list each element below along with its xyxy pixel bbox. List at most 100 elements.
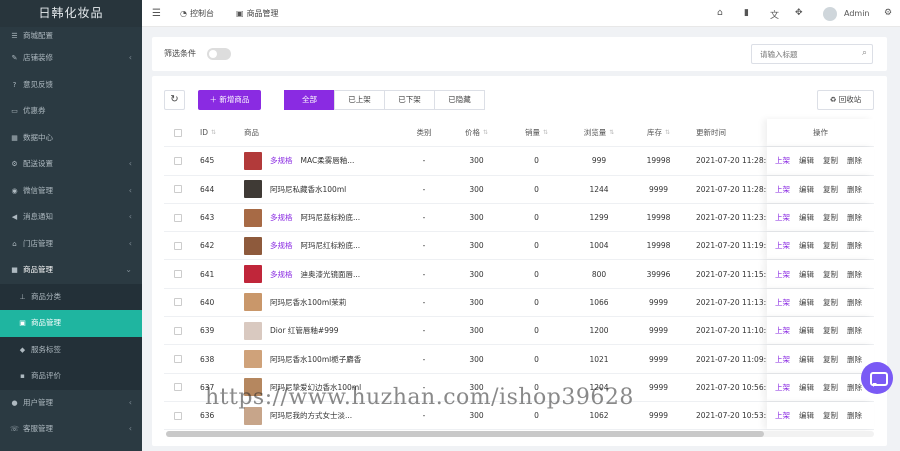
edit-button[interactable]: 编辑 — [799, 410, 814, 421]
publish-button[interactable]: 上架 — [775, 184, 790, 195]
product-name[interactable]: 阿玛尼私藏香水100ml — [270, 184, 346, 195]
edit-button[interactable]: 编辑 — [799, 155, 814, 166]
delete-button[interactable]: 删除 — [847, 325, 862, 336]
publish-button[interactable]: 上架 — [775, 297, 790, 308]
row-checkbox[interactable] — [174, 185, 182, 194]
product-thumbnail[interactable] — [244, 406, 262, 425]
product-name[interactable]: 阿玛尼红标粉底... — [301, 240, 361, 251]
sidebar-item-shop-decor[interactable]: ✎ 店铺装修 ‹ — [0, 45, 142, 72]
sidebar-item-goods-manage[interactable]: ▣ 商品管理 — [0, 310, 142, 337]
row-checkbox[interactable] — [174, 355, 182, 364]
delete-button[interactable]: 删除 — [847, 410, 862, 421]
product-thumbnail[interactable] — [244, 208, 262, 227]
tab-goods[interactable]: ▣ 商品管理 — [236, 0, 279, 27]
menu-toggle-icon[interactable]: ☰ — [152, 8, 161, 19]
sidebar-item-reviews[interactable]: ▪ 商品评价 — [0, 363, 142, 390]
publish-button[interactable]: 上架 — [775, 155, 790, 166]
header-stock[interactable]: 库存 ⇅ — [636, 119, 681, 146]
product-name[interactable]: MAC柔雾唇釉... — [301, 155, 355, 166]
sidebar-item-wechat[interactable]: ◉ 微信管理 ‹ — [0, 178, 142, 205]
product-thumbnail[interactable] — [244, 180, 262, 199]
row-checkbox[interactable] — [174, 156, 182, 165]
edit-button[interactable]: 编辑 — [799, 354, 814, 365]
sidebar-item-mall-config[interactable]: ☰ 商城配置 — [0, 27, 142, 45]
settings-icon[interactable]: ⚙ — [884, 8, 892, 18]
tab-all[interactable]: 全部 — [284, 90, 335, 110]
sidebar-item-support[interactable]: ☏ 客服管理 ‹ — [0, 416, 142, 443]
edit-button[interactable]: 编辑 — [799, 212, 814, 223]
edit-button[interactable]: 编辑 — [799, 325, 814, 336]
row-checkbox[interactable] — [174, 213, 182, 222]
tab-off-shelf[interactable]: 已下架 — [384, 90, 435, 110]
copy-button[interactable]: 复制 — [823, 325, 838, 336]
sidebar-item-store[interactable]: ⌂ 门店管理 ‹ — [0, 231, 142, 258]
sort-icon[interactable]: ⇅ — [665, 129, 670, 136]
tab-dashboard[interactable]: ◔ 控制台 — [180, 0, 214, 27]
copy-button[interactable]: 复制 — [823, 382, 838, 393]
publish-button[interactable]: 上架 — [775, 269, 790, 280]
add-goods-button[interactable]: ＋ 新增商品 — [198, 90, 261, 110]
row-checkbox[interactable] — [174, 326, 182, 335]
home-icon[interactable]: ⌂ — [717, 8, 723, 18]
sidebar-item-feedback[interactable]: ? 意见反馈 — [0, 72, 142, 99]
publish-button[interactable]: 上架 — [775, 212, 790, 223]
product-thumbnail[interactable] — [244, 265, 262, 284]
horizontal-scrollbar[interactable] — [166, 431, 874, 437]
avatar[interactable] — [823, 7, 837, 21]
edit-button[interactable]: 编辑 — [799, 269, 814, 280]
fullscreen-icon[interactable]: ✥ — [795, 8, 803, 18]
edit-button[interactable]: 编辑 — [799, 184, 814, 195]
search-input[interactable] — [752, 45, 852, 63]
delete-button[interactable]: 删除 — [847, 354, 862, 365]
edit-button[interactable]: 编辑 — [799, 297, 814, 308]
header-price[interactable]: 价格 ⇅ — [454, 119, 499, 146]
delete-button[interactable]: 删除 — [847, 269, 862, 280]
delete-button[interactable]: 删除 — [847, 212, 862, 223]
sidebar-item-users[interactable]: ● 用户管理 ‹ — [0, 390, 142, 417]
product-name[interactable]: 阿玛尼挚爱幻边香水100ml — [270, 382, 361, 393]
sidebar-item-delivery[interactable]: ⚙ 配送设置 ‹ — [0, 151, 142, 178]
sort-icon[interactable]: ⇅ — [211, 129, 216, 136]
sidebar-item-notify[interactable]: ◀ 消息通知 ‹ — [0, 204, 142, 231]
delete-button[interactable]: 删除 — [847, 155, 862, 166]
product-name[interactable]: 阿玛尼我的方式女士淡... — [270, 410, 352, 421]
delete-button[interactable]: 删除 — [847, 382, 862, 393]
publish-button[interactable]: 上架 — [775, 410, 790, 421]
product-name[interactable]: Dior 红管唇釉#999 — [270, 325, 339, 336]
product-name[interactable]: 阿玛尼香水100ml栀子麝香 — [270, 354, 361, 365]
username[interactable]: Admin — [844, 9, 870, 18]
edit-button[interactable]: 编辑 — [799, 382, 814, 393]
delete-button[interactable]: 删除 — [847, 297, 862, 308]
sort-icon[interactable]: ⇅ — [543, 129, 548, 136]
header-views[interactable]: 浏览量 ⇅ — [574, 119, 624, 146]
product-thumbnail[interactable] — [244, 350, 262, 369]
sidebar-item-goods[interactable]: ■ 商品管理 ⌄ — [0, 257, 142, 284]
header-sales[interactable]: 销量 ⇅ — [514, 119, 559, 146]
refresh-button[interactable]: ↻ — [164, 90, 185, 110]
product-name[interactable]: 迪奥漆光镜面唇... — [301, 269, 361, 280]
filter-toggle[interactable] — [207, 48, 231, 60]
copy-button[interactable]: 复制 — [823, 354, 838, 365]
copy-button[interactable]: 复制 — [823, 155, 838, 166]
row-checkbox[interactable] — [174, 383, 182, 392]
scrollbar-thumb[interactable] — [166, 431, 764, 437]
publish-button[interactable]: 上架 — [775, 382, 790, 393]
publish-button[interactable]: 上架 — [775, 325, 790, 336]
delete-button[interactable]: 删除 — [847, 184, 862, 195]
publish-button[interactable]: 上架 — [775, 240, 790, 251]
product-thumbnail[interactable] — [244, 151, 262, 170]
publish-button[interactable]: 上架 — [775, 354, 790, 365]
sidebar-item-service-tags[interactable]: ◆ 服务标签 — [0, 336, 142, 363]
select-all-checkbox[interactable] — [174, 128, 182, 137]
chat-bubble-icon[interactable] — [861, 362, 893, 394]
edit-button[interactable]: 编辑 — [799, 240, 814, 251]
sidebar-item-data-center[interactable]: ▦ 数据中心 — [0, 125, 142, 152]
row-checkbox[interactable] — [174, 411, 182, 420]
translate-icon[interactable]: 文 — [770, 8, 779, 21]
product-thumbnail[interactable] — [244, 236, 262, 255]
copy-button[interactable]: 复制 — [823, 410, 838, 421]
product-thumbnail[interactable] — [244, 293, 262, 312]
product-name[interactable]: 阿玛尼香水100ml茉莉 — [270, 297, 346, 308]
row-checkbox[interactable] — [174, 241, 182, 250]
copy-button[interactable]: 复制 — [823, 240, 838, 251]
